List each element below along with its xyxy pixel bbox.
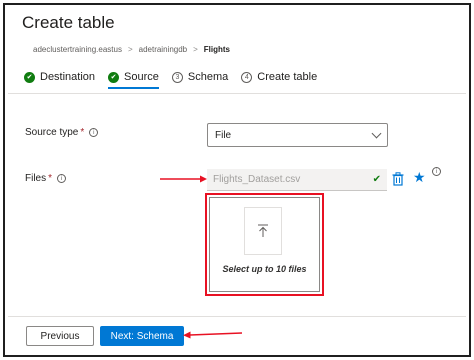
red-arrow-annotation [183, 331, 243, 339]
delete-icon[interactable] [392, 172, 404, 186]
chevron-right-icon: > [193, 45, 198, 54]
header-divider [8, 93, 466, 94]
star-icon[interactable]: ★ [413, 170, 426, 184]
chevron-down-icon [371, 128, 382, 138]
checkmark-icon: ✔ [372, 174, 381, 185]
required-mark: * [80, 127, 85, 138]
file-name-field: Flights_Dataset.csv ✔ [207, 169, 387, 191]
file-name: Flights_Dataset.csv [213, 174, 301, 185]
dropzone-text: Select up to 10 files [222, 264, 307, 274]
source-type-dropdown[interactable]: File [207, 123, 388, 147]
red-arrow-annotation [160, 175, 207, 183]
source-type-label: Source type * i [25, 127, 99, 138]
source-type-label-text: Source type [25, 127, 79, 138]
checkmark-circle-icon: ✔ [24, 71, 35, 83]
breadcrumb-current: Flights [203, 45, 230, 54]
files-label: Files * i [25, 173, 67, 184]
files-label-text: Files [25, 173, 47, 184]
step-label: Source [124, 71, 159, 83]
checkmark-circle-icon: ✔ [108, 71, 120, 83]
step-label: Create table [257, 71, 318, 83]
step-schema[interactable]: 3 Schema [171, 71, 229, 83]
info-icon[interactable]: i [57, 174, 67, 183]
breadcrumb-database[interactable]: adetrainingdb [139, 45, 187, 54]
upload-button[interactable] [244, 207, 282, 255]
upload-icon [258, 224, 268, 237]
previous-button[interactable]: Previous [26, 326, 94, 346]
step-number-icon: 3 [171, 71, 183, 83]
step-number-icon: 4 [241, 71, 253, 83]
info-icon[interactable]: i [89, 128, 99, 137]
required-mark: * [48, 173, 53, 184]
source-type-value: File [215, 129, 232, 141]
chevron-right-icon: > [127, 45, 133, 54]
step-destination[interactable]: ✔ Destination [24, 71, 95, 83]
next-schema-button[interactable]: Next: Schema [100, 326, 184, 346]
footer-divider [8, 316, 466, 317]
step-label: Schema [187, 71, 229, 83]
step-source[interactable]: ✔ Source [108, 71, 159, 89]
breadcrumb: adeclustertraining.eastus > adetrainingd… [33, 45, 230, 54]
page-title: Create table [22, 13, 115, 32]
info-icon[interactable]: i [432, 167, 441, 176]
wizard-steps: ✔ Destination ✔ Source 3 Schema 4 Create… [24, 71, 330, 89]
step-create-table[interactable]: 4 Create table [241, 71, 317, 83]
step-label: Destination [40, 71, 96, 83]
breadcrumb-cluster[interactable]: adeclustertraining.eastus [33, 45, 122, 54]
